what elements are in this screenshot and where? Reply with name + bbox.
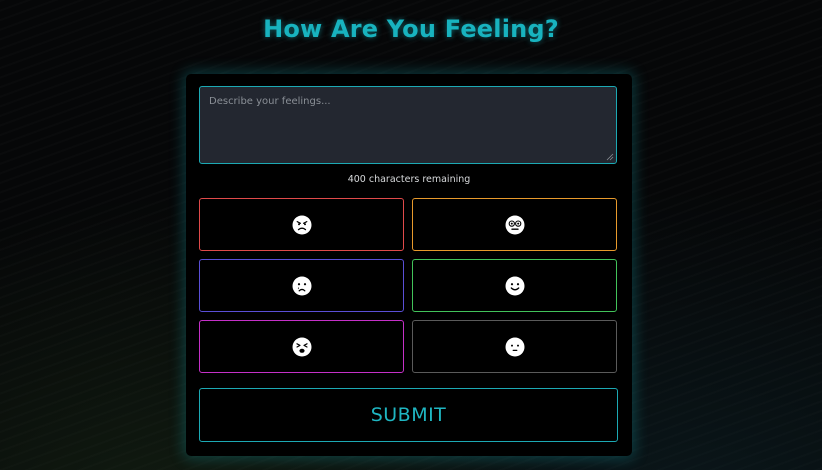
mood-button-happy[interactable] bbox=[412, 259, 617, 312]
sad-tear-face-icon bbox=[292, 276, 311, 295]
angry-face-icon bbox=[292, 215, 311, 234]
feelings-textarea[interactable] bbox=[200, 87, 616, 163]
meh-face-icon bbox=[505, 337, 524, 356]
mood-button-angry[interactable] bbox=[199, 198, 404, 251]
resize-handle-icon[interactable] bbox=[606, 153, 614, 161]
feelings-textarea-container bbox=[199, 86, 617, 164]
mood-button-sad[interactable] bbox=[199, 259, 404, 312]
page-title: How Are You Feeling? bbox=[263, 15, 559, 43]
feelings-form-card: 400 characters remaining bbox=[186, 74, 632, 456]
flushed-face-icon bbox=[505, 215, 524, 234]
tired-face-icon bbox=[292, 337, 311, 356]
mood-button-meh[interactable] bbox=[412, 320, 617, 373]
smile-face-icon bbox=[505, 276, 524, 295]
character-counter: 400 characters remaining bbox=[347, 174, 471, 185]
mood-button-tired[interactable] bbox=[199, 320, 404, 373]
submit-button[interactable]: SUBMIT bbox=[199, 388, 618, 442]
mood-button-flushed[interactable] bbox=[412, 198, 617, 251]
